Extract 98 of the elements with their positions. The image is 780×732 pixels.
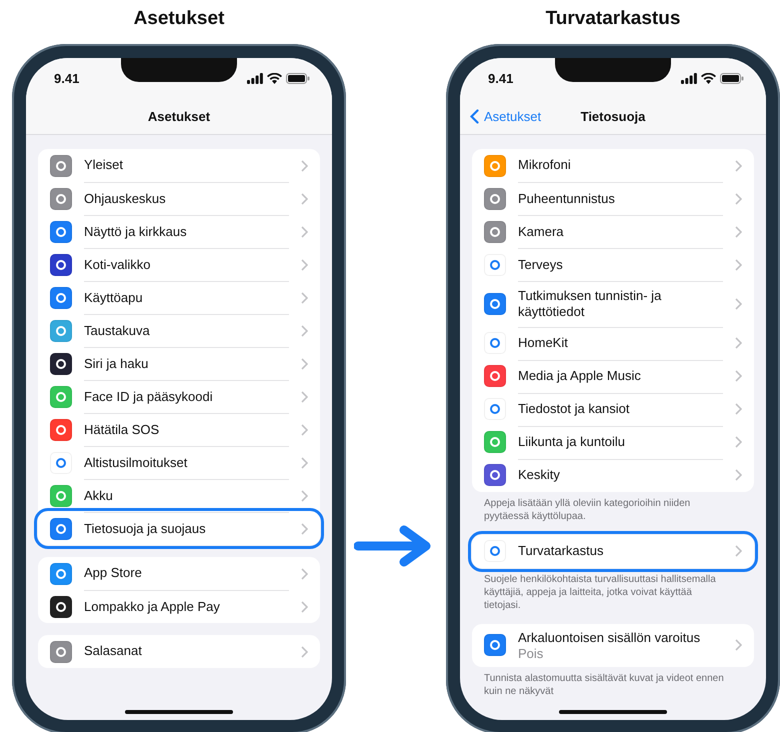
- settings-row[interactable]: Siri ja haku: [38, 347, 320, 380]
- chevron-icon: [301, 456, 308, 468]
- settings-row[interactable]: Tiedostot ja kansiot: [472, 392, 754, 426]
- chevron-icon: [301, 160, 308, 172]
- settings-row[interactable]: Salasanat: [38, 635, 320, 668]
- settings-row[interactable]: Keskity: [472, 458, 754, 492]
- settings-row[interactable]: App Store: [38, 557, 320, 590]
- settings-row[interactable]: Mikrofoni: [472, 149, 754, 182]
- settings-row[interactable]: Ohjauskeskus: [38, 182, 320, 215]
- row-label: Keskity: [518, 467, 561, 484]
- signal-icon: [681, 72, 697, 84]
- row-label: Terveys: [518, 256, 564, 274]
- row-label: Tutkimuksen tunnistin- ja käyttötiedot: [518, 288, 662, 320]
- status-time: 9.41: [488, 70, 514, 86]
- wifi-icon: [267, 72, 282, 84]
- chevron-icon: [301, 646, 308, 658]
- row-label: HomeKit: [518, 335, 569, 352]
- settings-row[interactable]: Yleiset: [38, 149, 320, 182]
- row-label: Altistusilmoitukset: [84, 454, 188, 472]
- chevron-icon: [735, 337, 742, 349]
- settings-row[interactable]: Näyttö ja kirkkaus: [38, 215, 320, 248]
- chevron-icon: [301, 226, 308, 238]
- row-label: Mikrofoni: [518, 157, 572, 174]
- row-label: Näyttö ja kirkkaus: [84, 224, 188, 240]
- nav-title: Asetukset: [148, 108, 210, 124]
- chevron-icon: [735, 370, 742, 382]
- row-label: Ohjauskeskus: [84, 190, 167, 208]
- status-time: 9.41: [54, 70, 80, 86]
- settings-row[interactable]: Taustakuva: [38, 314, 320, 347]
- row-label: Lompakko ja Apple Pay: [84, 598, 221, 616]
- settings-row[interactable]: Hätätila SOS: [38, 413, 320, 446]
- chevron-icon: [301, 522, 308, 534]
- section-footer: Suojele henkilökohtaista turvallisuuttasi hallitsemalla käyttäjiä, appeja ja laitteita, jotka voivat käyttää tietojasi.: [472, 568, 754, 612]
- settings-row[interactable]: Terveys: [472, 248, 754, 281]
- chevron-icon: [735, 298, 742, 310]
- row-label: Puheentunnistus: [518, 190, 616, 208]
- settings-row[interactable]: Liikunta ja kuntoilu: [472, 426, 754, 458]
- wifi-icon: [701, 72, 716, 84]
- settings-row[interactable]: Media ja Apple Music: [472, 360, 754, 392]
- row-label: Akku: [84, 488, 114, 504]
- settings-row[interactable]: Kamera: [472, 215, 754, 248]
- chevron-icon: [735, 639, 742, 652]
- chevron-icon: [301, 258, 308, 270]
- row-label: Face ID ja pääsykoodi: [84, 388, 214, 406]
- settings-row[interactable]: Altistusilmoitukset: [38, 446, 320, 479]
- row-label: Koti-valikko: [84, 256, 152, 274]
- row-label: Tietosuoja ja suojaus: [84, 520, 207, 538]
- chevron-icon: [735, 469, 742, 481]
- section-footer: Appeja lisätään yllä oleviin kategorioihin niiden pyytäessä käyttölupaa.: [472, 492, 754, 522]
- settings-row[interactable]: Face ID ja pääsykoodi: [38, 380, 320, 413]
- row-label: Hätätila SOS: [84, 422, 160, 438]
- section-footer: Tunnista alastomuutta sisältävät kuvat ja videot ennen kuin ne näkyvät: [472, 666, 754, 698]
- row-label: Käyttöapu: [84, 290, 144, 306]
- row-label: Taustakuva: [84, 322, 151, 340]
- row-label: Tiedostot ja kansiot: [518, 401, 631, 418]
- battery-icon: [286, 72, 310, 84]
- settings-row[interactable]: Koti-valikko: [38, 248, 320, 281]
- chevron-icon: [301, 600, 308, 612]
- chevron-icon: [735, 403, 742, 415]
- chevron-icon: [735, 160, 742, 172]
- settings-row[interactable]: Arkaluontoisen sisällön varoitus Pois: [472, 624, 754, 667]
- chevron-icon: [301, 424, 308, 436]
- chevron-icon: [301, 358, 308, 370]
- chevron-icon: [301, 390, 308, 402]
- chevron-icon: [735, 226, 742, 238]
- settings-row[interactable]: Tietosuoja ja suojaus: [38, 512, 320, 545]
- back-button[interactable]: Asetukset: [470, 108, 542, 124]
- settings-row[interactable]: Puheentunnistus: [472, 182, 754, 215]
- settings-row[interactable]: Tutkimuksen tunnistin- ja käyttötiedot: [472, 281, 754, 326]
- row-label: Media ja Apple Music: [518, 368, 642, 385]
- phone-heading: Turvatarkastus: [546, 8, 680, 30]
- chevron-icon: [301, 324, 308, 336]
- row-label: Yleiset: [84, 157, 124, 174]
- row-label: Siri ja haku: [84, 356, 150, 372]
- nav-title: Tietosuoja: [580, 108, 646, 124]
- chevron-icon: [735, 192, 742, 204]
- row-label: Arkaluontoisen sisällön varoitus: [518, 630, 702, 646]
- chevron-icon: [301, 292, 308, 304]
- chevron-icon: [301, 192, 308, 204]
- chevron-icon: [735, 545, 742, 557]
- chevron-icon: [301, 568, 308, 580]
- row-label: Salasanat: [84, 643, 143, 660]
- settings-row[interactable]: Turvatarkastus: [472, 534, 754, 568]
- chevron-icon: [301, 490, 308, 502]
- signal-icon: [247, 72, 263, 84]
- row-label: Liikunta ja kuntoilu: [518, 434, 626, 451]
- battery-icon: [720, 72, 744, 84]
- row-label: App Store: [84, 565, 143, 582]
- row-label: Kamera: [518, 224, 565, 240]
- settings-row[interactable]: Lompakko ja Apple Pay: [38, 590, 320, 623]
- chevron-left-icon: [470, 108, 479, 124]
- chevron-icon: [735, 436, 742, 448]
- settings-row[interactable]: Käyttöapu: [38, 281, 320, 314]
- row-value: Pois: [518, 646, 544, 661]
- chevron-icon: [735, 258, 742, 270]
- row-label: Turvatarkastus: [518, 542, 604, 560]
- settings-row[interactable]: HomeKit: [472, 326, 754, 360]
- phone-heading: Asetukset: [134, 8, 224, 30]
